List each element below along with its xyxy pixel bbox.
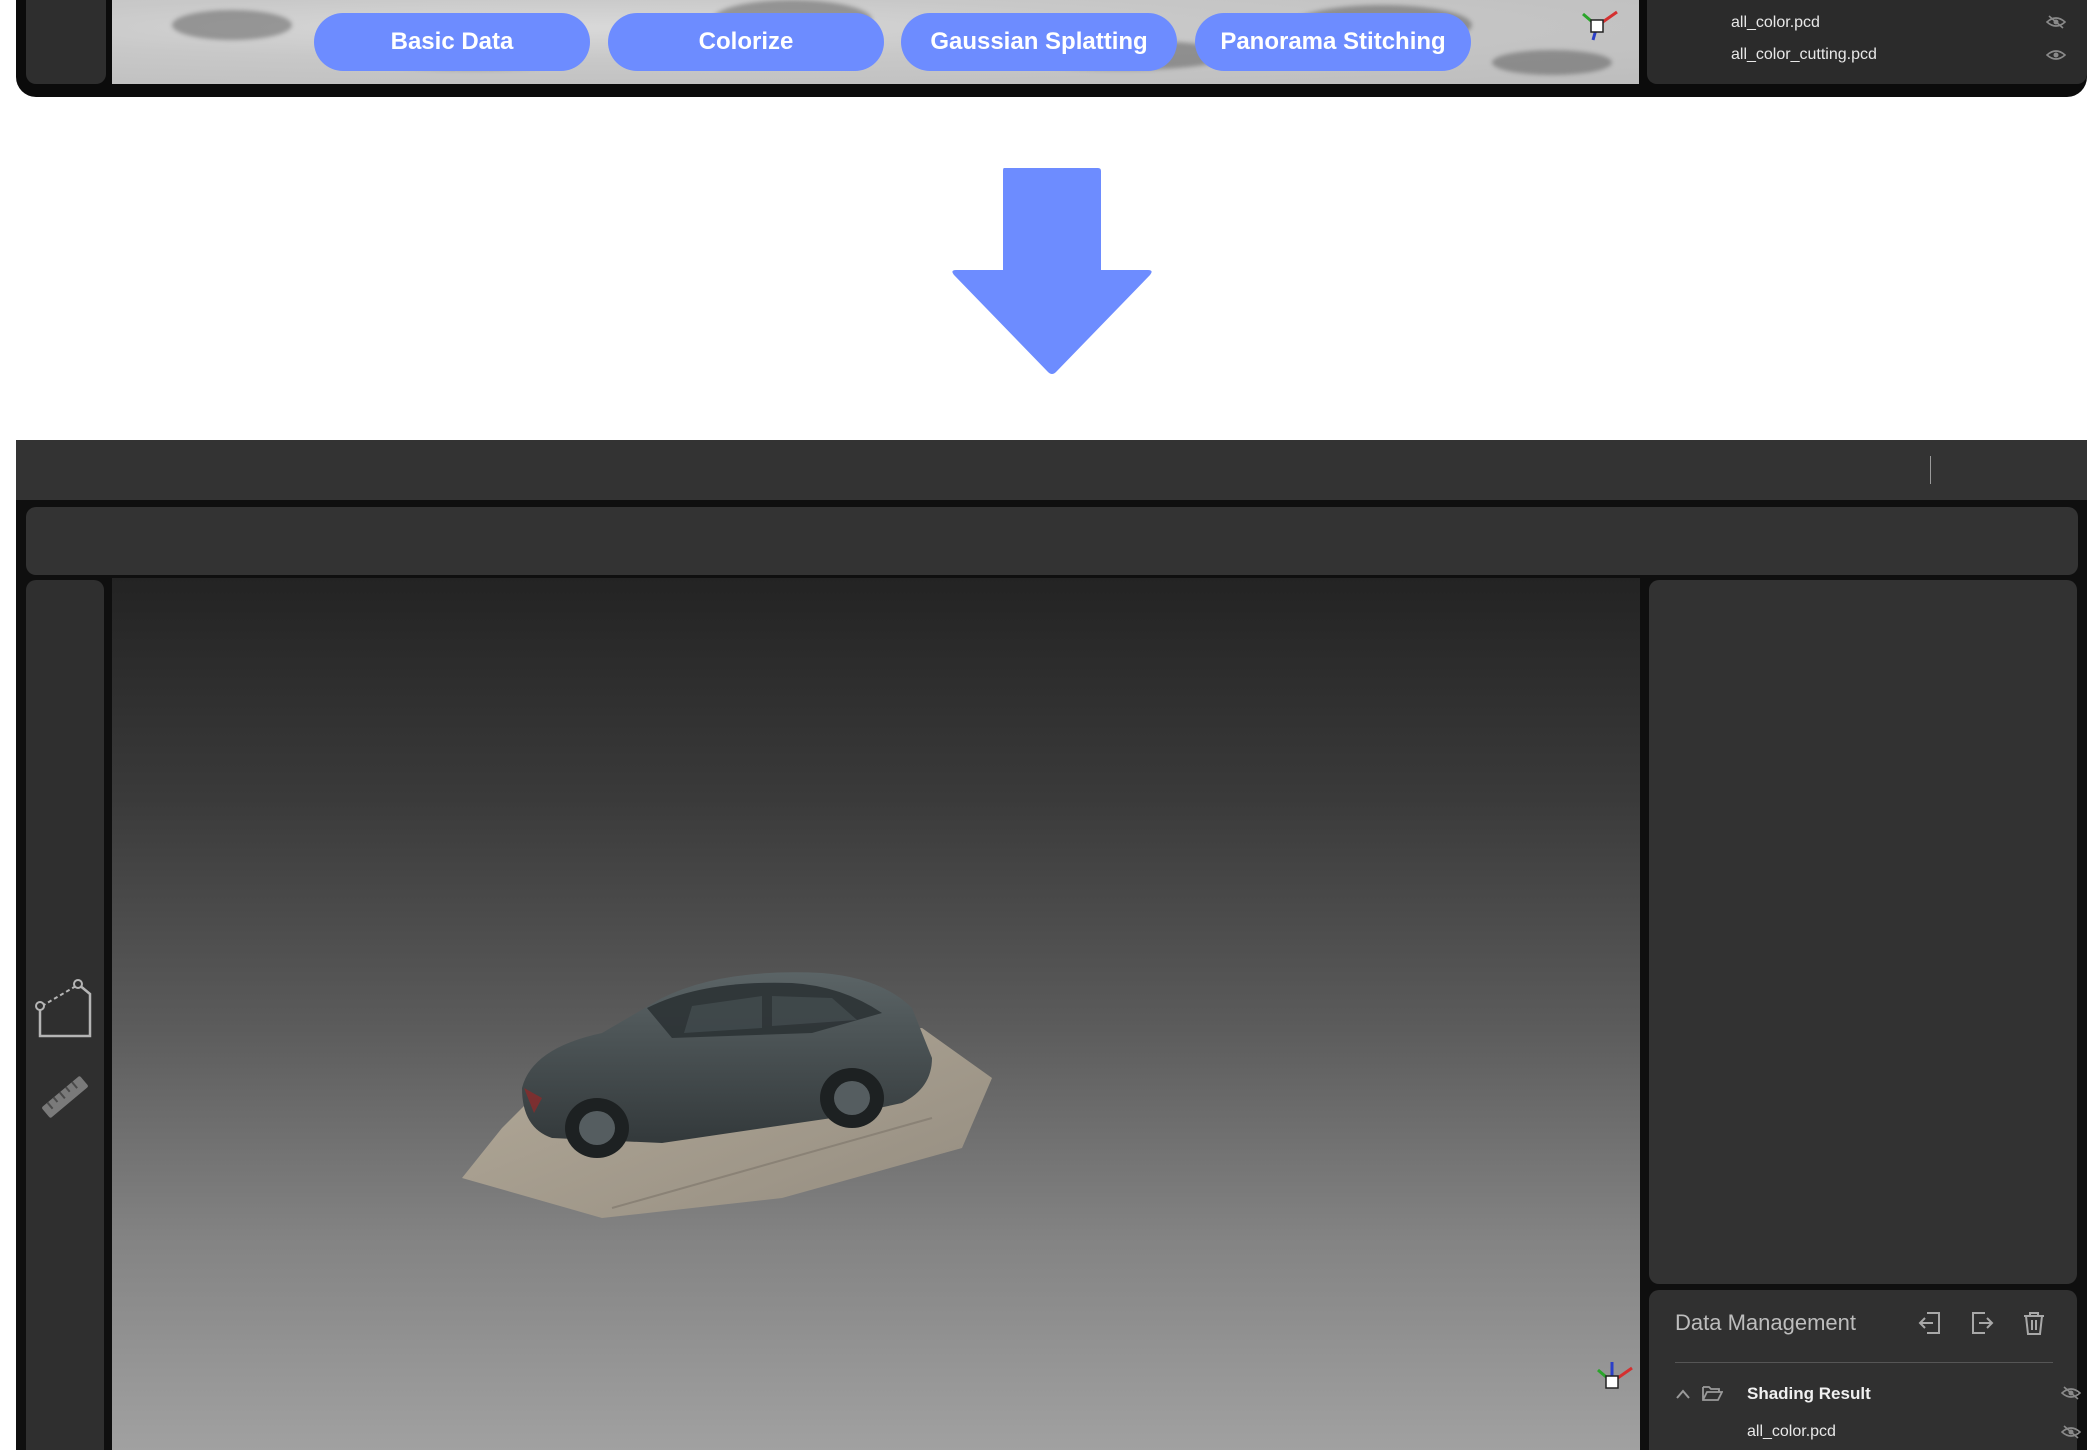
- export-icon[interactable]: [1969, 1310, 1995, 1336]
- file-item[interactable]: all_color_cutting.pcd: [1731, 46, 1877, 64]
- eye-off-icon[interactable]: [2061, 1425, 2081, 1439]
- polygon-select-icon[interactable]: [34, 978, 96, 1040]
- eye-off-icon[interactable]: [2046, 15, 2066, 29]
- bottom-screenshot: Data Management Shading Result all_color…: [16, 440, 2087, 1450]
- file-item[interactable]: all_color.pcd: [1747, 1423, 1836, 1441]
- panorama-stitching-button[interactable]: Panorama Stitching: [1195, 13, 1471, 71]
- top-left-toolbar: [26, 0, 106, 84]
- right-panel: [1649, 580, 2077, 1284]
- basic-data-button[interactable]: Basic Data: [314, 13, 590, 71]
- gaussian-splatting-button[interactable]: Gaussian Splatting: [901, 13, 1177, 71]
- file-item[interactable]: all_color.pcd: [1731, 14, 1820, 32]
- top-toolbar: [26, 507, 2078, 575]
- title-bar: [16, 440, 2087, 500]
- 3d-viewport[interactable]: [112, 578, 1640, 1450]
- folder-name[interactable]: Shading Result: [1747, 1384, 1871, 1404]
- data-management-panel: Data Management Shading Result all_color…: [1649, 1290, 2081, 1450]
- top-viewport[interactable]: Basic Data Colorize Gaussian Splatting P…: [112, 0, 1639, 84]
- axis-gizmo-icon: [1597, 1362, 1633, 1389]
- car-point-cloud: [462, 972, 992, 1218]
- axis-gizmo-icon: [1582, 10, 1618, 41]
- left-toolbar: [26, 580, 104, 1450]
- arrow-down-icon: [952, 168, 1152, 374]
- colorize-button[interactable]: Colorize: [608, 13, 884, 71]
- top-right-panel: [1647, 0, 2087, 84]
- divider: [1675, 1362, 2053, 1363]
- folder-open-icon: [1702, 1386, 1723, 1401]
- trash-icon[interactable]: [2021, 1310, 2047, 1336]
- title-separator: [1930, 456, 1931, 484]
- ruler-icon[interactable]: [38, 1070, 92, 1124]
- import-icon[interactable]: [1917, 1310, 1943, 1336]
- eye-icon[interactable]: [2046, 48, 2066, 62]
- chevron-up-icon[interactable]: [1675, 1388, 1691, 1400]
- data-management-title: Data Management: [1675, 1310, 1856, 1335]
- eye-off-icon[interactable]: [2061, 1386, 2081, 1400]
